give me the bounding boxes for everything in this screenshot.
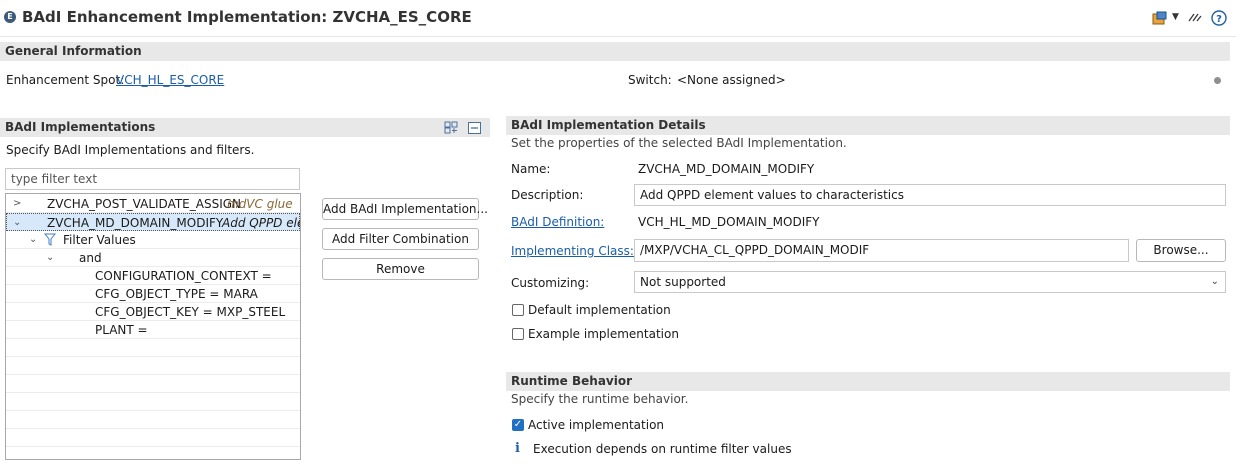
tree-row-empty <box>6 393 300 411</box>
chevron-down-icon[interactable]: ⌄ <box>13 214 21 232</box>
chevron-right-icon[interactable]: > <box>13 195 21 213</box>
switch-status-icon <box>1214 77 1221 84</box>
tree-row-filter[interactable]: CFG_OBJECT_KEY = MXP_STEEL <box>6 303 300 321</box>
switch-value: <None assigned> <box>677 73 786 87</box>
expand-all-icon[interactable] <box>444 121 458 137</box>
customizing-select[interactable]: Not supported ⌄ <box>634 271 1226 293</box>
implementation-details-header: BAdI Implementation Details <box>506 116 1230 135</box>
filter-text-input[interactable]: type filter text <box>5 168 300 190</box>
info-icon: i <box>515 441 520 456</box>
default-implementation-label: Default implementation <box>528 303 671 317</box>
remove-button[interactable]: Remove <box>322 258 479 280</box>
description-label: Description: <box>511 188 584 202</box>
tree-row-empty <box>6 429 300 447</box>
switch-label: Switch: <box>628 73 672 87</box>
enhancement-implementation-icon: E <box>4 11 16 23</box>
example-implementation-label: Example implementation <box>528 327 679 341</box>
chevron-down-icon[interactable]: ⌄ <box>1211 272 1219 292</box>
runtime-description: Specify the runtime behavior. <box>511 392 689 406</box>
tree-row-filter[interactable]: CONFIGURATION_CONTEXT = <box>6 267 300 285</box>
dropdown-icon[interactable]: ▼ <box>1172 12 1179 22</box>
chevron-down-icon[interactable]: ⌄ <box>46 249 54 267</box>
details-description: Set the properties of the selected BAdI … <box>511 136 847 150</box>
runtime-info-text: Execution depends on runtime filter valu… <box>533 442 792 456</box>
active-implementation-label: Active implementation <box>528 418 665 432</box>
badi-definition-link[interactable]: BAdI Definition: <box>511 215 604 229</box>
implementations-tree[interactable]: > ZVCHA_POST_VALIDATE_ASSIGN mdVC glue ⌄… <box>5 193 301 460</box>
enhancement-spot-label: Enhancement Spot: <box>6 73 125 87</box>
enhancement-spot-link[interactable]: VCH_HL_ES_CORE <box>116 73 224 87</box>
implementing-class-link[interactable]: Implementing Class: * <box>511 244 644 258</box>
tree-row-filter[interactable]: CFG_OBJECT_TYPE = MARA <box>6 285 300 303</box>
active-implementation-checkbox[interactable]: ✓ <box>512 419 524 431</box>
name-value: ZVCHA_MD_DOMAIN_MODIFY <box>638 162 815 176</box>
collapse-all-icon[interactable] <box>468 122 481 137</box>
tree-row-empty <box>6 375 300 393</box>
tree-row-filter-values[interactable]: ⌄ Filter Values <box>6 231 300 249</box>
runtime-behavior-header: Runtime Behavior <box>506 372 1230 391</box>
browse-button[interactable]: Browse... <box>1136 239 1226 262</box>
object-navigator-icon[interactable] <box>1152 11 1168 28</box>
link-editor-icon[interactable] <box>1188 11 1202 26</box>
tree-row-post-validate[interactable]: > ZVCHA_POST_VALIDATE_ASSIGN mdVC glue <box>6 195 300 213</box>
tree-row-md-domain-modify[interactable]: ⌄ ZVCHA_MD_DOMAIN_MODIFY Add QPPD ele <box>6 213 300 231</box>
help-icon[interactable]: ? <box>1211 10 1227 29</box>
page-title: BAdI Enhancement Implementation: ZVCHA_E… <box>22 8 472 26</box>
example-implementation-checkbox[interactable] <box>512 328 524 340</box>
badi-implementations-header: BAdI Implementations <box>0 118 490 137</box>
tree-row-filter[interactable]: PLANT = <box>6 321 300 339</box>
tree-row-empty <box>6 357 300 375</box>
name-label: Name: <box>511 162 551 176</box>
tree-row-and[interactable]: ⌄ and <box>6 249 300 267</box>
general-information-header: General Information <box>0 42 1230 61</box>
tree-row-empty <box>6 411 300 429</box>
badi-definition-value: VCH_HL_MD_DOMAIN_MODIFY <box>638 215 820 229</box>
svg-text:?: ? <box>1216 14 1222 25</box>
add-filter-combination-button[interactable]: Add Filter Combination <box>322 228 479 250</box>
customizing-value: Not supported <box>640 275 726 289</box>
default-implementation-checkbox[interactable] <box>512 304 524 316</box>
implementations-description: Specify BAdI Implementations and filters… <box>6 143 255 157</box>
add-badi-implementation-button[interactable]: Add BAdI Implementation... <box>322 198 488 220</box>
chevron-down-icon[interactable]: ⌄ <box>29 231 37 249</box>
editor-title-bar: E BAdI Enhancement Implementation: ZVCHA… <box>0 0 1236 37</box>
implementing-class-input[interactable]: /MXP/VCHA_CL_QPPD_DOMAIN_MODIF <box>634 239 1129 262</box>
description-input[interactable]: Add QPPD element values to characteristi… <box>634 184 1226 206</box>
customizing-label: Customizing: <box>511 276 590 290</box>
tree-row-empty <box>6 339 300 357</box>
